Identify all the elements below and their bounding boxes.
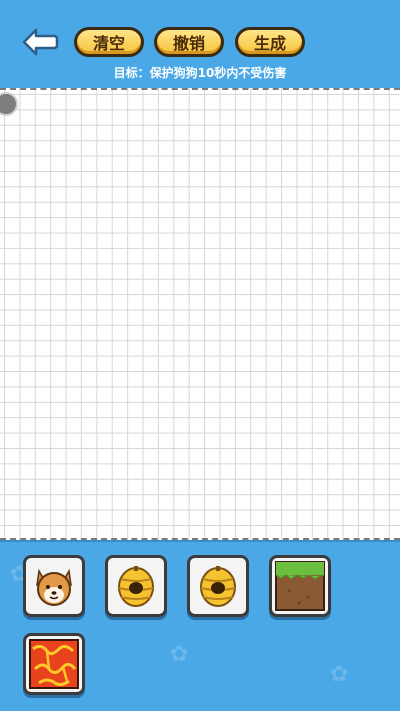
grass-block-icon	[275, 561, 325, 611]
palette-item-beehive-1[interactable]	[105, 555, 167, 617]
goal-text: 目标：保护狗狗10秒内不受伤害	[113, 66, 287, 80]
drawing-board[interactable]	[0, 88, 400, 540]
clear-button[interactable]: 清空	[74, 27, 144, 57]
palette-item-dog[interactable]	[23, 555, 85, 617]
palette-item-grass-block[interactable]	[269, 555, 331, 617]
generate-button[interactable]: 生成	[235, 27, 305, 57]
palette-item-lava-block[interactable]	[23, 633, 85, 695]
beehive-icon	[118, 566, 154, 607]
beehive-icon	[200, 566, 236, 607]
undo-button[interactable]: 撤销	[154, 27, 224, 57]
back-arrow-icon[interactable]	[20, 26, 60, 58]
bee-decoration-icon: ✿	[170, 642, 189, 667]
top-bar: 清空 撤销 生成 目标：保护狗狗10秒内不受伤害	[0, 0, 400, 88]
palette-item-beehive-2[interactable]	[187, 555, 249, 617]
bee-decoration-icon: ✿	[330, 662, 349, 687]
item-palette: ✿ ✿ ✿	[0, 540, 400, 711]
lava-block-icon	[29, 639, 79, 689]
dog-face-icon	[36, 568, 72, 606]
